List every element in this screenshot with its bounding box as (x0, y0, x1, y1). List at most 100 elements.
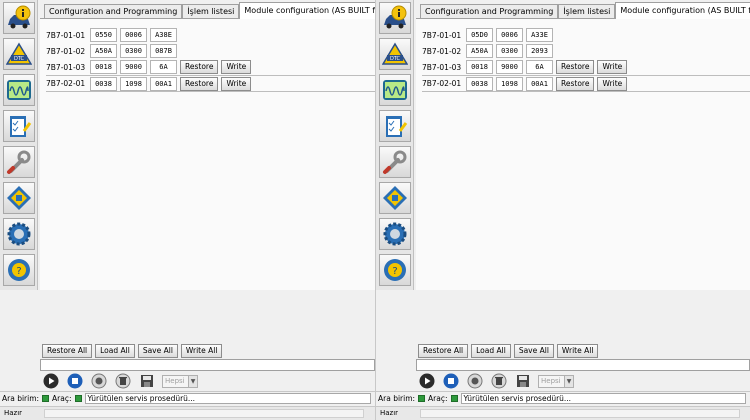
value-field[interactable]: 0300 (120, 44, 147, 58)
value-field[interactable]: 0038 (466, 76, 493, 91)
progress-bar (416, 359, 750, 371)
write-button[interactable]: Write (597, 76, 628, 91)
tab-bar: Configuration and Programming İşlem list… (420, 2, 750, 19)
record-button[interactable] (90, 372, 108, 390)
value-field[interactable]: 0006 (496, 28, 523, 42)
as-built-panel: 7B7-01-01 05D0 0006 A33E 7B7-01-02 A50A … (416, 18, 750, 290)
load-all-button[interactable]: Load All (95, 344, 135, 358)
dtc-button[interactable]: DTC (3, 38, 35, 70)
value-field[interactable]: 00A1 (150, 76, 177, 91)
value-field[interactable]: 0300 (496, 44, 523, 58)
interface-status-indicator (42, 395, 50, 402)
ready-label: Hazır (4, 409, 23, 417)
svg-text:?: ? (392, 266, 397, 277)
value-field[interactable]: 1098 (496, 76, 523, 91)
value-field[interactable]: 6A (150, 60, 177, 74)
write-button[interactable]: Write (221, 76, 252, 91)
tab-islem-listesi[interactable]: İşlem listesi (558, 4, 616, 19)
settings-button[interactable] (379, 218, 411, 250)
tab-configuration[interactable]: Configuration and Programming (44, 4, 183, 19)
delete-icon (491, 373, 507, 389)
dtc-button[interactable]: DTC (379, 38, 411, 70)
checklist-button[interactable] (3, 110, 35, 142)
progress-bar (40, 359, 375, 371)
value-field[interactable]: 0038 (90, 76, 117, 91)
delete-button[interactable] (490, 372, 508, 390)
main-area: Configuration and Programming İşlem list… (40, 0, 375, 290)
footer-bar: Hazır (376, 406, 750, 420)
tab-configuration[interactable]: Configuration and Programming (420, 4, 559, 19)
checklist-button[interactable] (379, 110, 411, 142)
wrench-button[interactable] (3, 146, 35, 178)
value-field[interactable]: 087B (150, 44, 177, 58)
value-field[interactable]: A38E (150, 28, 177, 42)
tab-module-configuration[interactable]: Module configuration (AS BUILT format) (615, 2, 750, 19)
restore-all-button[interactable]: Restore All (42, 344, 93, 358)
module-programming-button[interactable] (379, 182, 411, 214)
play-button[interactable] (418, 372, 436, 390)
oscilloscope-button[interactable] (379, 74, 411, 106)
write-all-button[interactable]: Write All (556, 344, 599, 358)
value-field[interactable]: A50A (466, 44, 493, 58)
help-button[interactable]: ? (3, 254, 35, 286)
value-field[interactable]: 05D0 (466, 28, 493, 42)
restore-button[interactable]: Restore (180, 76, 219, 91)
help-steering-icon: ? (8, 259, 30, 281)
value-field[interactable]: 0550 (90, 28, 117, 42)
save-button[interactable] (514, 372, 532, 390)
value-field[interactable]: 2093 (526, 44, 553, 58)
config-row: 7B7-01-03 0018 9000 6A Restore Write (46, 59, 254, 75)
ready-label: Hazır (380, 409, 399, 417)
svg-text:DTC: DTC (390, 56, 401, 62)
write-button[interactable]: Write (597, 60, 628, 74)
filter-select[interactable]: Hepsi ▼ (162, 374, 198, 388)
value-field[interactable]: A33E (526, 28, 553, 42)
settings-button[interactable] (3, 218, 35, 250)
save-all-button[interactable]: Save All (137, 344, 178, 358)
config-row: 7B7-02-01 0038 1098 00A1 Restore Write (46, 75, 375, 92)
sidebar: DTC ? (0, 0, 38, 290)
sidebar: DTC ? (376, 0, 414, 290)
bulk-actions: Restore All Load All Save All Write All (418, 344, 599, 358)
restore-button[interactable]: Restore (180, 60, 219, 74)
settings-gear-icon (7, 222, 31, 246)
vehicle-info-button[interactable] (379, 2, 411, 34)
stop-button[interactable] (442, 372, 460, 390)
value-field[interactable]: A50A (90, 44, 117, 58)
play-icon (419, 373, 435, 389)
load-all-button[interactable]: Load All (471, 344, 511, 358)
write-button[interactable]: Write (221, 60, 252, 74)
save-button[interactable] (138, 372, 156, 390)
restore-button[interactable]: Restore (556, 76, 595, 91)
record-button[interactable] (466, 372, 484, 390)
stop-button[interactable] (66, 372, 84, 390)
module-programming-button[interactable] (3, 182, 35, 214)
module-programming-icon (383, 186, 407, 210)
value-field[interactable]: 1098 (120, 76, 147, 91)
restore-button[interactable]: Restore (556, 60, 595, 74)
tab-islem-listesi[interactable]: İşlem listesi (182, 4, 240, 19)
value-field[interactable]: 0006 (120, 28, 147, 42)
oscilloscope-button[interactable] (3, 74, 35, 106)
delete-icon (115, 373, 131, 389)
save-all-button[interactable]: Save All (513, 344, 554, 358)
config-row: 7B7-01-02 A50A 0300 087B (46, 43, 180, 59)
help-button[interactable]: ? (379, 254, 411, 286)
filter-select[interactable]: Hepsi ▼ (538, 374, 574, 388)
stop-icon (443, 373, 459, 389)
value-field[interactable]: 0018 (90, 60, 117, 74)
value-field[interactable]: 9000 (496, 60, 523, 74)
value-field[interactable]: 0018 (466, 60, 493, 74)
value-field[interactable]: 9000 (120, 60, 147, 74)
wrench-button[interactable] (379, 146, 411, 178)
write-all-button[interactable]: Write All (180, 344, 223, 358)
value-field[interactable]: 00A1 (526, 76, 553, 91)
restore-all-button[interactable]: Restore All (418, 344, 469, 358)
vehicle-info-button[interactable] (3, 2, 35, 34)
delete-button[interactable] (114, 372, 132, 390)
vehicle-info-icon (384, 5, 407, 29)
value-field[interactable]: 6A (526, 60, 553, 74)
play-button[interactable] (42, 372, 60, 390)
tab-module-configuration[interactable]: Module configuration (AS BUILT format) (239, 2, 375, 19)
status-message: Yürütülen servis prosedürü... (460, 393, 746, 404)
